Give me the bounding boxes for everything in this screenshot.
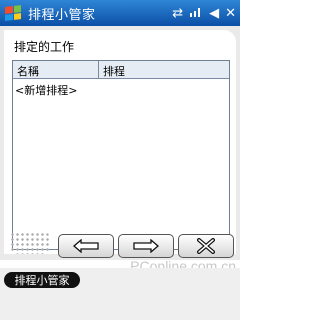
back-button[interactable] [58, 234, 114, 258]
grip-decoration [10, 232, 50, 254]
volume-icon[interactable]: ◀ [209, 6, 219, 21]
main-panel: 排定的工作 名稱 排程 <新增排程> [0, 26, 240, 260]
list-item-new-schedule[interactable]: <新增排程> [13, 79, 229, 101]
window-title: 排程小管家 [28, 7, 96, 23]
back-arrow-icon [73, 239, 99, 253]
forward-button[interactable] [118, 234, 174, 258]
list-header: 名稱 排程 [13, 61, 229, 79]
content-area: 名稱 排程 <新增排程> [4, 58, 236, 254]
taskbar: 排程小管家 [0, 268, 240, 320]
start-button[interactable] [0, 0, 26, 26]
taskbar-app-tab[interactable]: 排程小管家 [4, 272, 80, 288]
windows-logo-icon [5, 5, 21, 21]
schedule-list[interactable]: 名稱 排程 <新增排程> [12, 60, 230, 250]
signal-icon[interactable] [189, 5, 203, 21]
title-bar: 排程小管家 ⇄ ◀ ✕ [0, 0, 240, 26]
page-title: 排定的工作 [14, 40, 75, 54]
toolbar [0, 228, 240, 260]
column-name-header[interactable]: 名稱 [13, 61, 99, 78]
delete-button[interactable] [178, 234, 234, 258]
header-area: 排定的工作 [4, 30, 236, 58]
close-icon[interactable]: ✕ [225, 6, 236, 21]
forward-arrow-icon [133, 239, 159, 253]
delete-x-icon [197, 238, 215, 254]
column-schedule-header[interactable]: 排程 [99, 61, 229, 78]
sync-icon[interactable]: ⇄ [172, 6, 183, 21]
status-icons: ⇄ ◀ ✕ [172, 0, 236, 26]
